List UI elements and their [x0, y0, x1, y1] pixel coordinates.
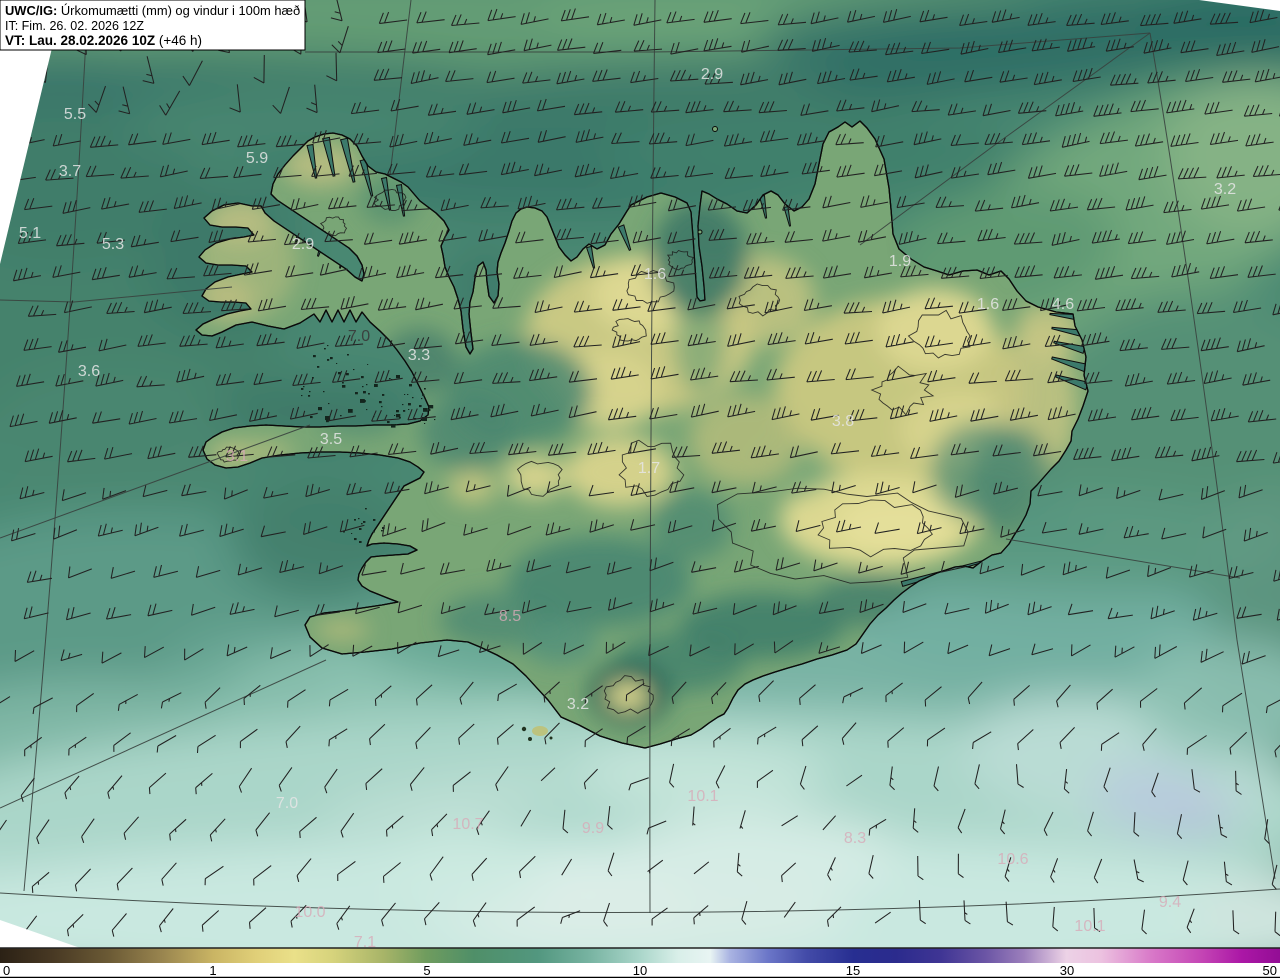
- svg-text:9.4: 9.4: [1159, 894, 1181, 911]
- svg-text:10.0: 10.0: [294, 904, 325, 921]
- svg-text:3.3: 3.3: [408, 347, 430, 364]
- svg-text:1.7: 1.7: [638, 460, 660, 477]
- svg-text:5.5: 5.5: [64, 106, 86, 123]
- svg-text:50: 50: [1263, 963, 1277, 978]
- svg-text:7.0: 7.0: [348, 328, 370, 345]
- svg-text:2.9: 2.9: [292, 236, 314, 253]
- svg-text:3.2: 3.2: [567, 696, 589, 713]
- svg-text:5.9: 5.9: [246, 150, 268, 167]
- svg-text:0: 0: [3, 963, 10, 978]
- svg-text:1.9: 1.9: [889, 253, 911, 270]
- svg-text:2.9: 2.9: [701, 66, 723, 83]
- svg-text:10.1: 10.1: [687, 788, 718, 805]
- svg-text:1: 1: [209, 963, 216, 978]
- svg-text:5: 5: [423, 963, 430, 978]
- svg-text:10.7: 10.7: [452, 816, 483, 833]
- svg-text:8.3: 8.3: [844, 830, 866, 847]
- svg-text:3.5: 3.5: [320, 431, 342, 448]
- svg-text:30: 30: [1060, 963, 1074, 978]
- svg-text:15: 15: [846, 963, 860, 978]
- svg-text:7.0: 7.0: [276, 795, 298, 812]
- svg-text:8.5: 8.5: [499, 608, 521, 625]
- svg-text:10.6: 10.6: [997, 851, 1028, 868]
- svg-text:3.1: 3.1: [226, 448, 248, 465]
- svg-text:9.9: 9.9: [582, 820, 604, 837]
- svg-text:10: 10: [633, 963, 647, 978]
- svg-text:1.6: 1.6: [644, 266, 666, 283]
- svg-text:IT: Fim. 26. 02. 2026 12Z: IT: Fim. 26. 02. 2026 12Z: [5, 19, 144, 33]
- svg-text:3.8: 3.8: [832, 413, 854, 430]
- svg-text:3.2: 3.2: [1214, 181, 1236, 198]
- svg-text:10.1: 10.1: [1074, 918, 1105, 935]
- svg-text:1.6: 1.6: [977, 296, 999, 313]
- svg-text:3.7: 3.7: [59, 163, 81, 180]
- svg-text:3.6: 3.6: [78, 363, 100, 380]
- svg-text:5.1: 5.1: [19, 225, 41, 242]
- svg-text:UWC/IG: Úrkomumætti (mm) og vi: UWC/IG: Úrkomumætti (mm) og vindur i 100…: [5, 3, 300, 18]
- svg-text:VT: Lau. 28.02.2026 10Z (+46 h: VT: Lau. 28.02.2026 10Z (+46 h): [5, 33, 202, 48]
- svg-text:4.6: 4.6: [1052, 296, 1074, 313]
- svg-text:5.3: 5.3: [102, 236, 124, 253]
